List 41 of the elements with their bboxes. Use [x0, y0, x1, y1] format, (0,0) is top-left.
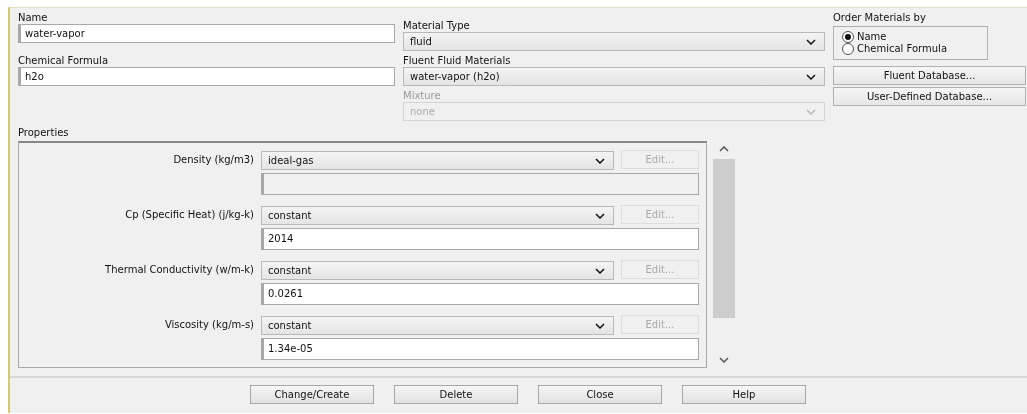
input-field[interactable]: 0.0261 [261, 283, 699, 305]
chevron-icon [595, 322, 605, 329]
chevron-icon [595, 267, 605, 274]
radio-label[interactable]: Chemical Formula [857, 43, 947, 55]
dialog-button[interactable]: Change/Create [250, 385, 374, 404]
property-label: Cp (Specific Heat) (j/kg-k) [124, 208, 254, 222]
dropdown[interactable]: constant [261, 316, 614, 335]
chevron-icon [595, 157, 605, 164]
dropdown[interactable]: constant [261, 206, 614, 225]
field-label: Name [18, 12, 49, 24]
input-field[interactable]: h2o [18, 67, 395, 86]
dialog-button[interactable]: Help [682, 385, 806, 404]
database-button[interactable]: Fluent Database... [833, 66, 1026, 85]
radio-button[interactable] [842, 31, 854, 43]
radio-label[interactable]: Name [857, 31, 887, 43]
dropdown[interactable]: constant [261, 261, 614, 280]
section-label: Properties [18, 127, 70, 139]
group-label: Order Materials by [833, 12, 927, 24]
scroll-down-icon[interactable] [719, 357, 729, 363]
dropdown[interactable]: fluid [403, 32, 825, 51]
radio-button[interactable] [842, 43, 854, 55]
field-label: Chemical Formula [18, 55, 109, 67]
dropdown[interactable]: water-vapor (h2o) [403, 67, 825, 86]
dropdown[interactable]: ideal-gas [261, 151, 614, 170]
field-label: Material Type [403, 20, 471, 32]
field-label: Fluent Fluid Materials [403, 55, 512, 67]
database-button[interactable]: User-Defined Database... [833, 87, 1026, 106]
input-field[interactable]: water-vapor [18, 24, 395, 43]
input-field[interactable]: 1.34e-05 [261, 338, 699, 360]
chevron-icon [806, 73, 816, 80]
field-label: Mixture [403, 90, 442, 102]
dialog-button[interactable]: Delete [394, 385, 518, 404]
chevron-icon [806, 38, 816, 45]
chevron-icon [595, 212, 605, 219]
scroll-up-icon[interactable] [719, 146, 729, 152]
property-label: Density (kg/m3) [172, 153, 254, 167]
property-label: Thermal Conductivity (w/m-k) [104, 263, 254, 277]
input-field[interactable]: 2014 [261, 228, 699, 250]
dialog-button[interactable]: Close [538, 385, 662, 404]
chevron-icon [806, 108, 816, 115]
property-label: Viscosity (kg/m-s) [163, 318, 254, 332]
